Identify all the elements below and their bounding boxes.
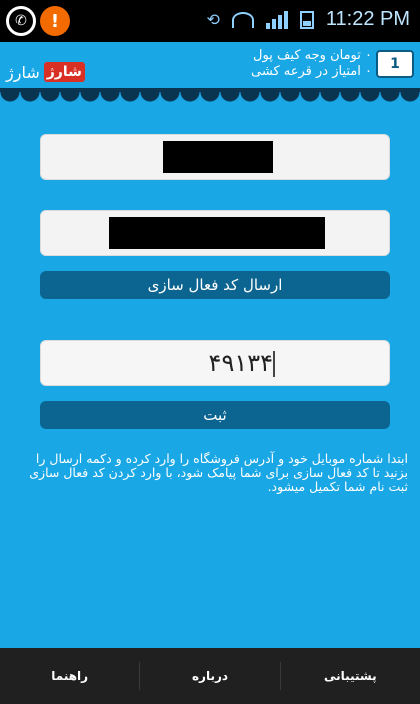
redacted-mobile-number xyxy=(163,141,273,173)
send-activation-code-button[interactable]: ارسال کد فعال سازی xyxy=(40,271,390,299)
account-info: ۰ تومان وجه کیف پول ۰ امتیاز در قرعه کشی xyxy=(251,48,372,80)
status-left-icons: ✆ ! xyxy=(6,6,70,36)
brand-text: شارژ xyxy=(6,62,40,82)
app-header: 1 ۰ تومان وجه کیف پول ۰ امتیاز در قرعه ک… xyxy=(0,42,420,92)
store-address-field[interactable] xyxy=(40,210,390,256)
sync-icon: ⟲ xyxy=(206,10,220,29)
activation-code-field[interactable]: ۴۹۱۳۴ xyxy=(40,340,390,386)
activation-code-value: ۴۹۱۳۴ xyxy=(208,349,273,377)
help-text: ابتدا شماره موبایل خود و آدرس فروشگاه را… xyxy=(29,451,408,494)
submit-button[interactable]: ثبت xyxy=(40,401,390,429)
status-time: 11:22 PM xyxy=(325,8,410,30)
nav-support[interactable]: پشتیبانی xyxy=(281,648,420,704)
wifi-icon xyxy=(231,11,254,28)
battery-icon xyxy=(299,10,314,29)
wallet-balance: ۰ تومان وجه کیف پول xyxy=(253,48,372,63)
status-bar: ✆ ! ⟲ 11:22 PM xyxy=(0,0,420,42)
alert-icon: ! xyxy=(40,6,70,36)
brand-logo: شارژ شارژ xyxy=(6,62,85,82)
header-wave-border xyxy=(0,92,420,106)
wallet-icon[interactable]: 1 xyxy=(376,50,414,78)
brand-badge: شارژ xyxy=(43,62,85,82)
bottom-nav: راهنما درباره پشتیبانی xyxy=(0,648,420,704)
signal-icon xyxy=(265,10,288,29)
redacted-store-address xyxy=(109,217,325,249)
nav-about[interactable]: درباره xyxy=(140,648,279,704)
viber-icon: ✆ xyxy=(6,6,36,36)
text-cursor xyxy=(273,351,275,377)
status-right-icons: ⟲ 11:22 PM xyxy=(206,8,410,31)
mobile-number-field[interactable] xyxy=(40,134,390,180)
nav-help[interactable]: راهنما xyxy=(0,648,139,704)
lottery-points: ۰ امتیاز در قرعه کشی xyxy=(251,64,372,79)
